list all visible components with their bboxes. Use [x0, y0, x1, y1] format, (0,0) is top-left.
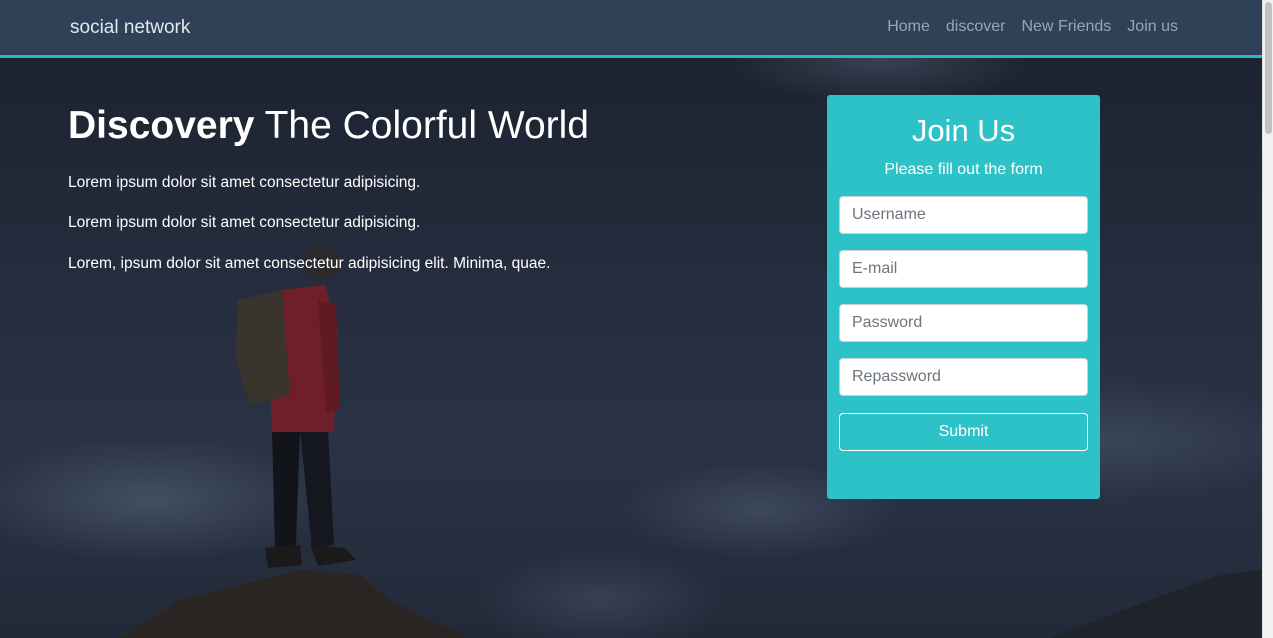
- brand-logo[interactable]: social network: [70, 17, 190, 39]
- join-form-subtitle: Please fill out the form: [884, 161, 1043, 178]
- navbar: social network Home discover New Friends…: [0, 0, 1262, 58]
- hero-paragraph-3: Lorem, ipsum dolor sit amet consectetur …: [68, 255, 551, 272]
- join-form-card: Join Us Please fill out the form Submit: [827, 95, 1100, 499]
- page-title: Discovery The Colorful World: [68, 104, 589, 148]
- submit-button[interactable]: Submit: [839, 413, 1088, 451]
- username-input[interactable]: [839, 196, 1088, 234]
- nav-link-join-us[interactable]: Join us: [1127, 18, 1178, 36]
- page-title-bold: Discovery: [68, 104, 255, 147]
- password-input[interactable]: [839, 304, 1088, 342]
- nav-link-home[interactable]: Home: [887, 18, 930, 36]
- scrollbar-thumb[interactable]: [1265, 2, 1272, 134]
- page-scrollbar[interactable]: [1262, 0, 1273, 638]
- nav-link-new-friends[interactable]: New Friends: [1021, 18, 1111, 36]
- join-form-title: Join Us: [911, 113, 1016, 148]
- hero-paragraph-1: Lorem ipsum dolor sit amet consectetur a…: [68, 174, 421, 191]
- email-input[interactable]: [839, 250, 1088, 288]
- repassword-input[interactable]: [839, 358, 1088, 396]
- nav-links: Home discover New Friends Join us: [887, 18, 1178, 36]
- hero-paragraph-2: Lorem ipsum dolor sit amet consectetur a…: [68, 214, 421, 231]
- nav-link-discover[interactable]: discover: [946, 18, 1006, 36]
- page-title-rest: The Colorful World: [254, 104, 589, 147]
